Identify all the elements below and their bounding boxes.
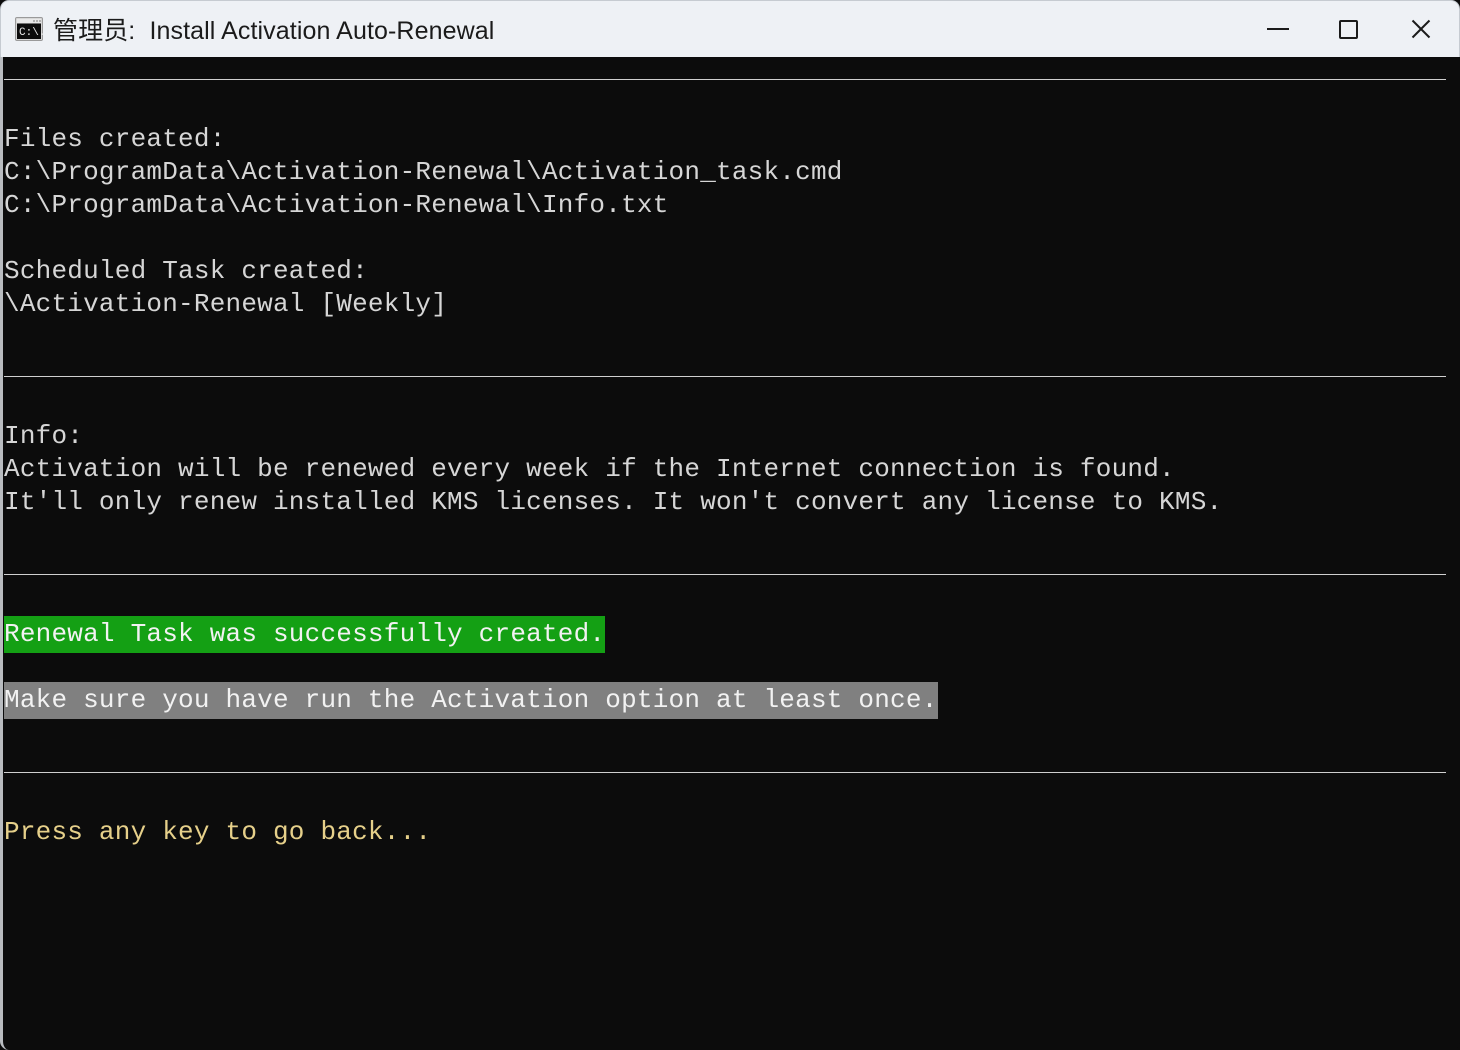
console-text: Scheduled Task created:: [4, 256, 368, 286]
console-text-line: Activation will be renewed every week if…: [3, 453, 1460, 486]
success-message-text: Renewal Task was successfully created.: [4, 616, 606, 653]
console-text: C:\ProgramData\Activation-Renewal\Activa…: [4, 157, 843, 187]
console-text: \Activation-Renewal [Weekly]: [4, 289, 448, 319]
minimize-button[interactable]: [1243, 1, 1313, 57]
svg-text:C:\.: C:\.: [19, 27, 43, 39]
cmd-console-icon: C:\.: [15, 17, 45, 41]
close-button[interactable]: [1383, 1, 1459, 57]
console-text-line: C:\ProgramData\Activation-Renewal\Info.t…: [3, 189, 1460, 222]
note-message-line: Make sure you have run the Activation op…: [3, 682, 1460, 719]
success-message-line: Renewal Task was successfully created.: [3, 616, 1460, 653]
console-window: C:\. 管理员: Install Activation Auto-Renewa…: [0, 0, 1460, 1050]
window-controls: [1243, 1, 1459, 57]
console-text: Files created:: [4, 124, 226, 154]
maximize-button[interactable]: [1313, 1, 1383, 57]
console-text-line: C:\ProgramData\Activation-Renewal\Activa…: [3, 156, 1460, 189]
console-text-line: Scheduled Task created:: [3, 255, 1460, 288]
press-any-key-line: Press any key to go back...: [3, 816, 1460, 849]
console-output-area[interactable]: Files created: C:\ProgramData\Activation-…: [0, 57, 1460, 1050]
console-separator-rule: [3, 354, 1460, 387]
console-text: C:\ProgramData\Activation-Renewal\Info.t…: [4, 190, 669, 220]
console-text-line: Info:: [3, 420, 1460, 453]
console-separator-rule: [3, 57, 1460, 90]
window-titlebar[interactable]: C:\. 管理员: Install Activation Auto-Renewa…: [0, 0, 1460, 57]
console-separator-rule: [3, 552, 1460, 585]
close-icon: [1409, 17, 1433, 41]
window-title: 管理员: Install Activation Auto-Renewal: [53, 17, 495, 45]
console-text-line: \Activation-Renewal [Weekly]: [3, 288, 1460, 321]
console-text: It'll only renew installed KMS licenses.…: [4, 487, 1223, 517]
console-text-line: Files created:: [3, 123, 1460, 156]
minimize-icon: [1267, 28, 1289, 30]
note-message-text: Make sure you have run the Activation op…: [4, 682, 938, 719]
console-text: Activation will be renewed every week if…: [4, 454, 1175, 484]
console-text-line: It'll only renew installed KMS licenses.…: [3, 486, 1460, 519]
press-any-key-text: Press any key to go back...: [4, 817, 432, 847]
titlebar-left-group: C:\. 管理员: Install Activation Auto-Renewa…: [1, 11, 1243, 47]
console-text: Info:: [4, 421, 84, 451]
console-screen: Files created: C:\ProgramData\Activation-…: [3, 57, 1460, 849]
console-separator-rule: [3, 750, 1460, 783]
maximize-icon: [1338, 19, 1358, 39]
